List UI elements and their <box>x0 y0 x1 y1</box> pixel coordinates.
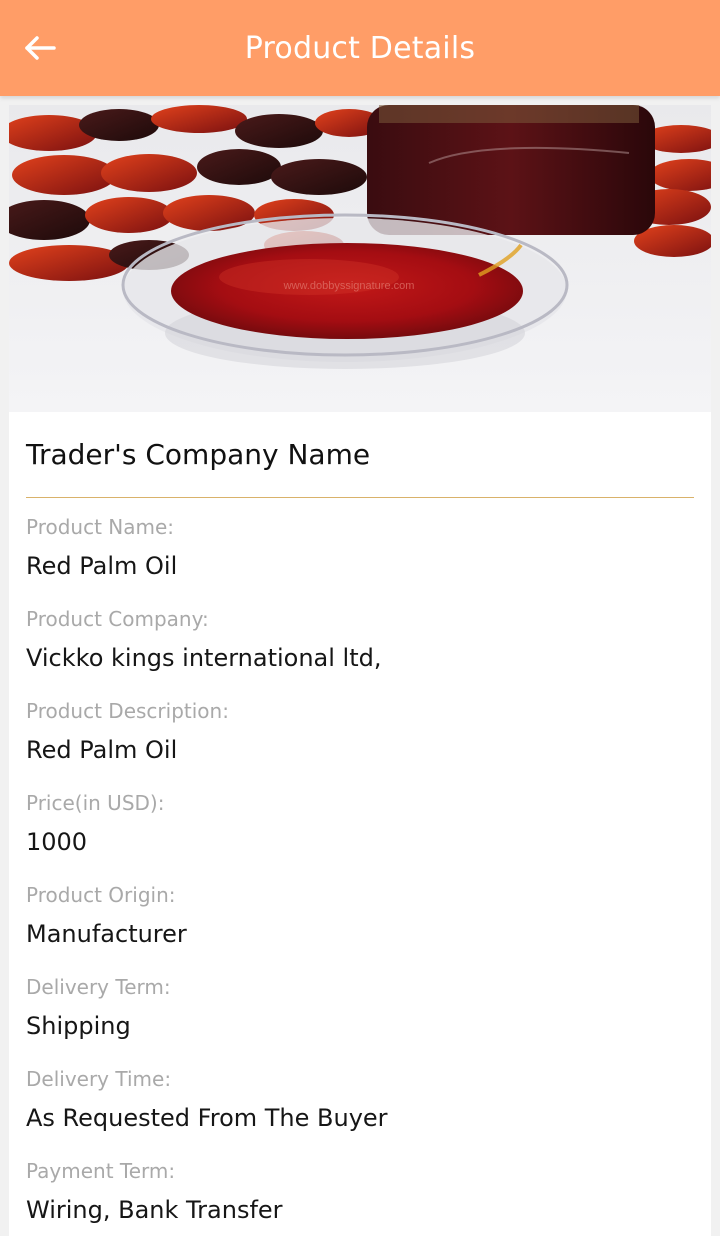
product-company-value: Vickko kings international ltd, <box>26 644 382 672</box>
payment-term-value: Wiring, Bank Transfer <box>26 1196 283 1224</box>
product-description-value: Red Palm Oil <box>26 736 178 764</box>
back-button[interactable] <box>16 24 64 72</box>
product-image: www.dobbyssignature.com <box>9 105 711 412</box>
product-company-label: Product Company: <box>26 607 209 631</box>
product-name-label: Product Name: <box>26 515 175 539</box>
delivery-time-value: As Requested From The Buyer <box>26 1104 388 1132</box>
price-value: 1000 <box>26 828 88 856</box>
image-watermark: www.dobbyssignature.com <box>283 280 415 292</box>
product-origin-label: Product Origin: <box>26 883 176 907</box>
page-title: Product Details <box>244 30 476 66</box>
delivery-term-label: Delivery Term: <box>26 975 171 999</box>
delivery-term-value: Shipping <box>26 1012 131 1040</box>
product-description-label: Product Description: <box>26 699 229 723</box>
product-card: www.dobbyssignature.com Trader's Company… <box>9 105 711 1236</box>
app-bar: Product Details <box>0 0 720 96</box>
divider <box>26 497 694 498</box>
product-origin-value: Manufacturer <box>26 920 187 948</box>
product-name-value: Red Palm Oil <box>26 552 178 580</box>
arrow-left-icon <box>25 36 56 60</box>
price-label: Price(in USD): <box>26 791 165 815</box>
delivery-time-label: Delivery Time: <box>26 1067 172 1091</box>
company-heading: Trader's Company Name <box>26 438 371 471</box>
payment-term-label: Payment Term: <box>26 1159 176 1183</box>
